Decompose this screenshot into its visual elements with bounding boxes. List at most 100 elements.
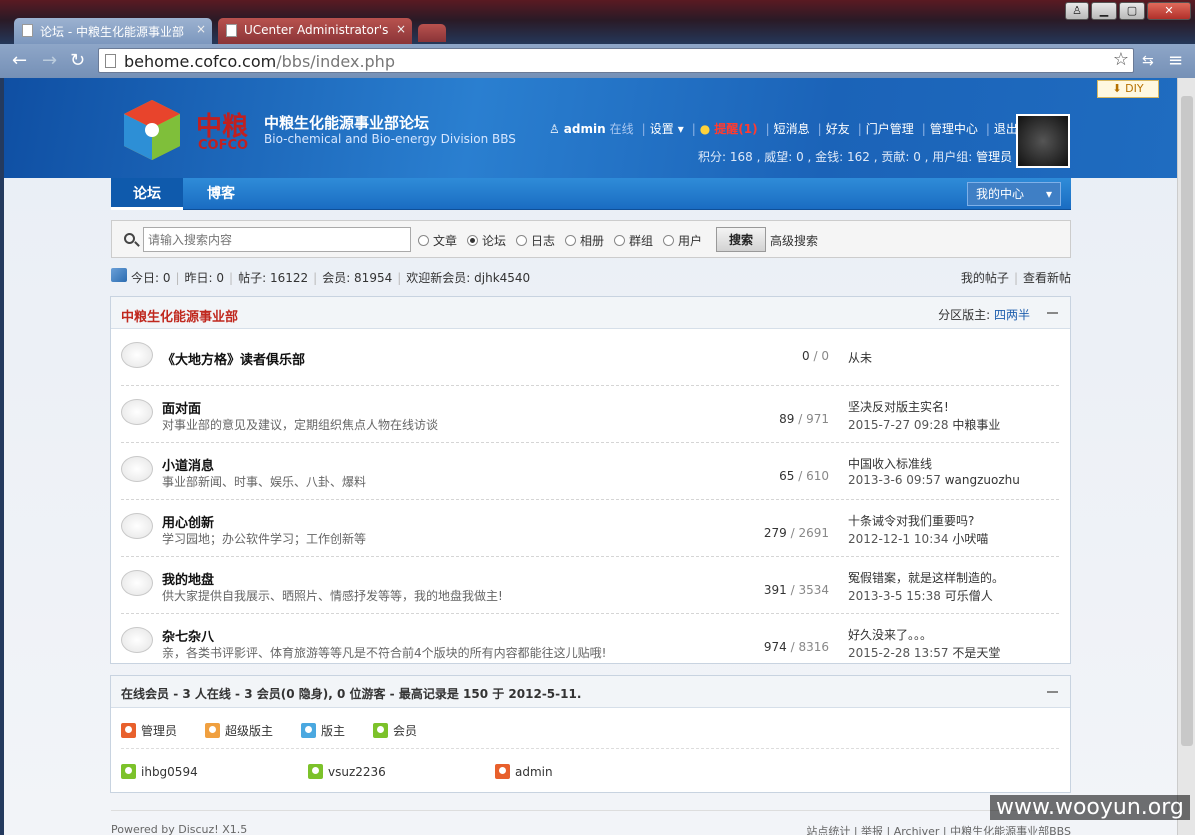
- forum-icon: [121, 513, 153, 539]
- forum-name[interactable]: 《大地方格》读者俱乐部: [162, 349, 305, 368]
- last-post-time: 2013-3-6 09:57: [848, 473, 941, 487]
- search-type-album[interactable]: 相册: [565, 232, 604, 249]
- collapse-icon[interactable]: [1047, 312, 1058, 314]
- online-user[interactable]: ihbg0594: [121, 764, 198, 779]
- main-nav: 论坛 博客 我的中心 ▾: [111, 178, 1071, 210]
- friends-link[interactable]: 好友: [826, 122, 850, 136]
- minimize-button[interactable]: ▁: [1091, 2, 1117, 20]
- address-bar[interactable]: behome.cofco.com/bbs/index.php ☆: [98, 48, 1134, 73]
- tab-forum[interactable]: 论坛 - 中粮生化能源事业部 ×: [14, 18, 212, 44]
- forum-name[interactable]: 面对面: [162, 398, 201, 417]
- forum-category-panel: 中粮生化能源事业部 分区版主: 四两半 《大地方格》读者俱乐部 0 / 0 从未 面对…: [110, 296, 1071, 664]
- maximize-button[interactable]: ▢: [1119, 2, 1145, 20]
- forum-row[interactable]: 小道消息 事业部新闻、时事、娱乐、八卦、爆料 65 / 610 中国收入标准线 2013…: [121, 443, 1059, 500]
- close-window-button[interactable]: ✕: [1147, 2, 1191, 20]
- forum-name[interactable]: 小道消息: [162, 455, 214, 474]
- remind-link[interactable]: 提醒(1): [714, 122, 757, 136]
- advanced-search-link[interactable]: 高级搜索: [770, 232, 818, 249]
- last-post-title[interactable]: 好久没来了。。。: [848, 626, 932, 643]
- scrollbar[interactable]: [1177, 78, 1195, 835]
- online-user[interactable]: admin: [495, 764, 553, 779]
- stat-newest-member[interactable]: 欢迎新会员: djhk4540: [406, 271, 530, 285]
- search-type-blog[interactable]: 日志: [516, 232, 555, 249]
- forum-row[interactable]: 《大地方格》读者俱乐部 0 / 0 从未: [121, 329, 1059, 386]
- forward-icon[interactable]: →: [42, 52, 57, 70]
- radio-label: 相册: [580, 234, 605, 248]
- collapse-icon[interactable]: [1047, 691, 1058, 693]
- radio-icon: [663, 235, 674, 246]
- browser-toolbar: ← → ↻ behome.cofco.com/bbs/index.php ☆ ⇆…: [0, 44, 1195, 78]
- new-tab-button[interactable]: [418, 24, 446, 42]
- last-post-title[interactable]: 十条诫令对我们重要吗?: [848, 512, 974, 529]
- scrollbar-thumb[interactable]: [1181, 96, 1193, 746]
- user-group-link[interactable]: 管理员: [976, 150, 1012, 164]
- messages-link[interactable]: 短消息: [774, 122, 810, 136]
- last-post-user[interactable]: wangzuozhu: [945, 473, 1020, 487]
- site-subtitle: Bio-chemical and Bio-energy Division BBS: [264, 132, 516, 146]
- cofco-logo-icon[interactable]: [122, 98, 182, 162]
- forum-name[interactable]: 用心创新: [162, 512, 214, 531]
- search-type-forum[interactable]: 论坛: [467, 232, 506, 249]
- forum-row[interactable]: 我的地盘 供大家提供自我展示、晒照片、情感抒发等等，我的地盘我做主! 391 / 3…: [121, 557, 1059, 614]
- settings-link[interactable]: 设置: [650, 122, 674, 136]
- post-count: 610: [806, 469, 829, 483]
- logout-link[interactable]: 退出: [994, 122, 1018, 136]
- my-center-label: 我的中心: [976, 187, 1025, 201]
- portal-link[interactable]: 门户管理: [866, 122, 914, 136]
- my-posts-link[interactable]: 我的帖子: [961, 271, 1009, 285]
- last-post-title[interactable]: 坚决反对版主实名!: [848, 398, 949, 415]
- stat-today: 今日: 0: [131, 271, 171, 285]
- powered-by[interactable]: Powered by Discuz! X1.5: [111, 823, 247, 835]
- menu-icon[interactable]: ≡: [1168, 52, 1183, 70]
- new-posts-link[interactable]: 查看新帖: [1023, 271, 1071, 285]
- username-link[interactable]: admin: [564, 122, 606, 136]
- footer-links[interactable]: 站点统计 | 举报 | Archiver | 中粮生化能源事业部BBS: [806, 823, 1071, 835]
- user-icon: [121, 723, 136, 738]
- forum-row[interactable]: 面对面 对事业部的意见及建议，定期组织焦点人物在线访谈 89 / 971 坚决反对版主…: [121, 386, 1059, 443]
- last-post-title[interactable]: 从未: [848, 349, 872, 366]
- last-post-time: 2012-12-1 10:34: [848, 532, 949, 546]
- forum-name[interactable]: 我的地盘: [162, 569, 214, 588]
- radio-icon: [565, 235, 576, 246]
- search-type-group[interactable]: 群组: [614, 232, 653, 249]
- tab-ucenter[interactable]: UCenter Administrator's ×: [218, 18, 412, 44]
- last-post-title[interactable]: 冤假错案，就是这样制造的。: [848, 569, 1004, 586]
- online-label[interactable]: 在线会员: [121, 687, 169, 701]
- last-post-title[interactable]: 中国收入标准线: [848, 455, 932, 472]
- forum-row[interactable]: 用心创新 学习园地；办公软件学习；工作创新等 279 / 2691 十条诫令对我们重要…: [121, 500, 1059, 557]
- last-post-user[interactable]: 小吠喵: [952, 532, 988, 546]
- user-stats: 积分: 168 , 威望: 0 , 金钱: 162 , 贡献: 0 , 用户组:…: [698, 148, 1012, 165]
- extension-icon[interactable]: ⇆: [1142, 52, 1154, 70]
- forum-row[interactable]: 杂七杂八 亲，各类书评影评、体育旅游等等凡是不符合前4个版块的所有内容都能往这儿贴…: [121, 614, 1059, 671]
- user-icon[interactable]: ♙: [1065, 2, 1089, 20]
- url-text[interactable]: behome.cofco.com/bbs/index.php: [124, 52, 395, 71]
- moderator-link[interactable]: 四两半: [994, 308, 1030, 322]
- thread-count: 65: [779, 469, 795, 483]
- diy-button[interactable]: ⬇ DIY: [1097, 80, 1159, 98]
- category-title[interactable]: 中粮生化能源事业部: [121, 306, 238, 325]
- star-icon[interactable]: ☆: [1113, 49, 1129, 70]
- legend-super-moderator: 超级版主: [205, 722, 273, 739]
- last-post-user[interactable]: 中粮事业: [952, 418, 1000, 432]
- back-icon[interactable]: ←: [12, 52, 27, 70]
- search-input[interactable]: [143, 227, 411, 252]
- online-user[interactable]: vsuz2236: [308, 764, 386, 779]
- search-type-user[interactable]: 用户: [663, 232, 702, 249]
- last-post-user[interactable]: 不是天堂: [952, 646, 1000, 660]
- nav-tab-forum[interactable]: 论坛: [111, 178, 183, 210]
- forum-icon: [121, 627, 153, 653]
- search-button[interactable]: 搜索: [716, 227, 766, 252]
- forum-icon: [121, 456, 153, 482]
- nav-tab-blog[interactable]: 博客: [191, 178, 251, 210]
- forum-name[interactable]: 杂七杂八: [162, 626, 214, 645]
- site-header: ⬇ DIY 中粮 COFCO 中粮生化能源事业部论坛 Bio-chemical …: [4, 78, 1177, 178]
- search-type-article[interactable]: 文章: [418, 232, 457, 249]
- my-center-dropdown[interactable]: 我的中心 ▾: [967, 182, 1061, 206]
- thread-count: 279: [763, 526, 787, 540]
- reload-icon[interactable]: ↻: [70, 52, 85, 70]
- avatar[interactable]: [1016, 114, 1070, 168]
- last-post-user[interactable]: 可乐僧人: [945, 589, 993, 603]
- close-icon[interactable]: ×: [396, 22, 406, 36]
- admin-center-link[interactable]: 管理中心: [930, 122, 978, 136]
- close-icon[interactable]: ×: [196, 22, 206, 36]
